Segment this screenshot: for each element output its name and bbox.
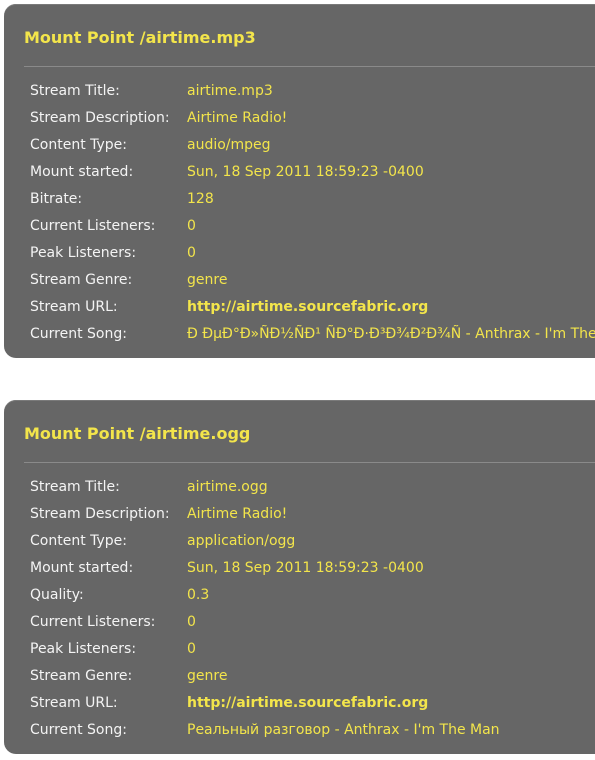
- row-mount-started: Mount started: Sun, 18 Sep 2011 18:59:23…: [30, 555, 595, 582]
- label-stream-url: Stream URL:: [30, 695, 118, 711]
- value-stream-description: Airtime Radio!: [187, 506, 288, 522]
- label-content-type: Content Type:: [30, 533, 128, 549]
- row-content-type: Content Type: application/ogg: [30, 528, 595, 555]
- value-mount-started: Sun, 18 Sep 2011 18:59:23 -0400: [187, 560, 424, 576]
- value-peak-listeners: 0: [187, 245, 196, 261]
- value-content-type: application/ogg: [187, 533, 296, 549]
- row-stream-description: Stream Description: Airtime Radio!: [30, 105, 595, 132]
- row-current-song: Current Song: Реальный разговор - Anthra…: [30, 717, 595, 744]
- row-current-listeners: Current Listeners: 0: [30, 213, 595, 240]
- label-stream-title: Stream Title:: [30, 479, 120, 495]
- label-mount-started: Mount started:: [30, 164, 134, 180]
- row-mount-started: Mount started: Sun, 18 Sep 2011 18:59:23…: [30, 159, 595, 186]
- value-bitrate: 128: [187, 191, 214, 207]
- mount-details: Stream Title: airtime.ogg Stream Descrip…: [30, 474, 595, 744]
- row-content-type: Content Type: audio/mpeg: [30, 132, 595, 159]
- mount-panel-ogg: Mount Point /airtime.ogg Stream Title: a…: [4, 400, 595, 754]
- row-bitrate: Bitrate: 128: [30, 186, 595, 213]
- row-stream-url: Stream URL: http://airtime.sourcefabric.…: [30, 294, 595, 321]
- value-current-song: Ð ÐµÐ°Ð»ÑÐ½ÑÐ¹ ÑÐ°Ð·Ð³Ð¾Ð²Ð¾Ñ - Anthrax …: [187, 326, 595, 342]
- label-stream-title: Stream Title:: [30, 83, 120, 99]
- label-stream-description: Stream Description:: [30, 506, 170, 522]
- value-content-type: audio/mpeg: [187, 137, 271, 153]
- value-stream-description: Airtime Radio!: [187, 110, 288, 126]
- label-stream-url: Stream URL:: [30, 299, 118, 315]
- row-current-song: Current Song: Ð ÐµÐ°Ð»ÑÐ½ÑÐ¹ ÑÐ°Ð·Ð³Ð¾Ð²…: [30, 321, 595, 348]
- label-peak-listeners: Peak Listeners:: [30, 641, 137, 657]
- label-current-listeners: Current Listeners:: [30, 614, 156, 630]
- value-mount-started: Sun, 18 Sep 2011 18:59:23 -0400: [187, 164, 424, 180]
- label-peak-listeners: Peak Listeners:: [30, 245, 137, 261]
- label-stream-description: Stream Description:: [30, 110, 170, 126]
- row-stream-genre: Stream Genre: genre: [30, 663, 595, 690]
- value-stream-genre: genre: [187, 668, 228, 684]
- value-peak-listeners: 0: [187, 641, 196, 657]
- row-quality: Quality: 0.3: [30, 582, 595, 609]
- mount-panel-mp3: Mount Point /airtime.mp3 Stream Title: a…: [4, 4, 595, 358]
- value-stream-title: airtime.ogg: [187, 479, 268, 495]
- stream-url-link[interactable]: http://airtime.sourcefabric.org: [187, 294, 428, 321]
- row-stream-description: Stream Description: Airtime Radio!: [30, 501, 595, 528]
- value-current-song: Реальный разговор - Anthrax - I'm The Ma…: [187, 722, 500, 738]
- label-bitrate: Bitrate:: [30, 191, 83, 207]
- row-current-listeners: Current Listeners: 0: [30, 609, 595, 636]
- divider: [24, 462, 595, 463]
- divider: [24, 66, 595, 67]
- label-stream-genre: Stream Genre:: [30, 668, 133, 684]
- row-peak-listeners: Peak Listeners: 0: [30, 240, 595, 267]
- label-current-song: Current Song:: [30, 722, 127, 738]
- value-quality: 0.3: [187, 587, 210, 603]
- label-stream-genre: Stream Genre:: [30, 272, 133, 288]
- label-quality: Quality:: [30, 587, 84, 603]
- label-content-type: Content Type:: [30, 137, 128, 153]
- label-mount-started: Mount started:: [30, 560, 134, 576]
- mount-details: Stream Title: airtime.mp3 Stream Descrip…: [30, 78, 595, 348]
- value-current-listeners: 0: [187, 218, 196, 234]
- row-peak-listeners: Peak Listeners: 0: [30, 636, 595, 663]
- stream-url-link[interactable]: http://airtime.sourcefabric.org: [187, 690, 428, 717]
- value-current-listeners: 0: [187, 614, 196, 630]
- row-stream-url: Stream URL: http://airtime.sourcefabric.…: [30, 690, 595, 717]
- row-stream-genre: Stream Genre: genre: [30, 267, 595, 294]
- row-stream-title: Stream Title: airtime.ogg: [30, 474, 595, 501]
- value-stream-genre: genre: [187, 272, 228, 288]
- mount-title: Mount Point /airtime.ogg: [24, 424, 251, 443]
- label-current-song: Current Song:: [30, 326, 127, 342]
- mount-title: Mount Point /airtime.mp3: [24, 28, 256, 47]
- label-current-listeners: Current Listeners:: [30, 218, 156, 234]
- value-stream-title: airtime.mp3: [187, 83, 273, 99]
- row-stream-title: Stream Title: airtime.mp3: [30, 78, 595, 105]
